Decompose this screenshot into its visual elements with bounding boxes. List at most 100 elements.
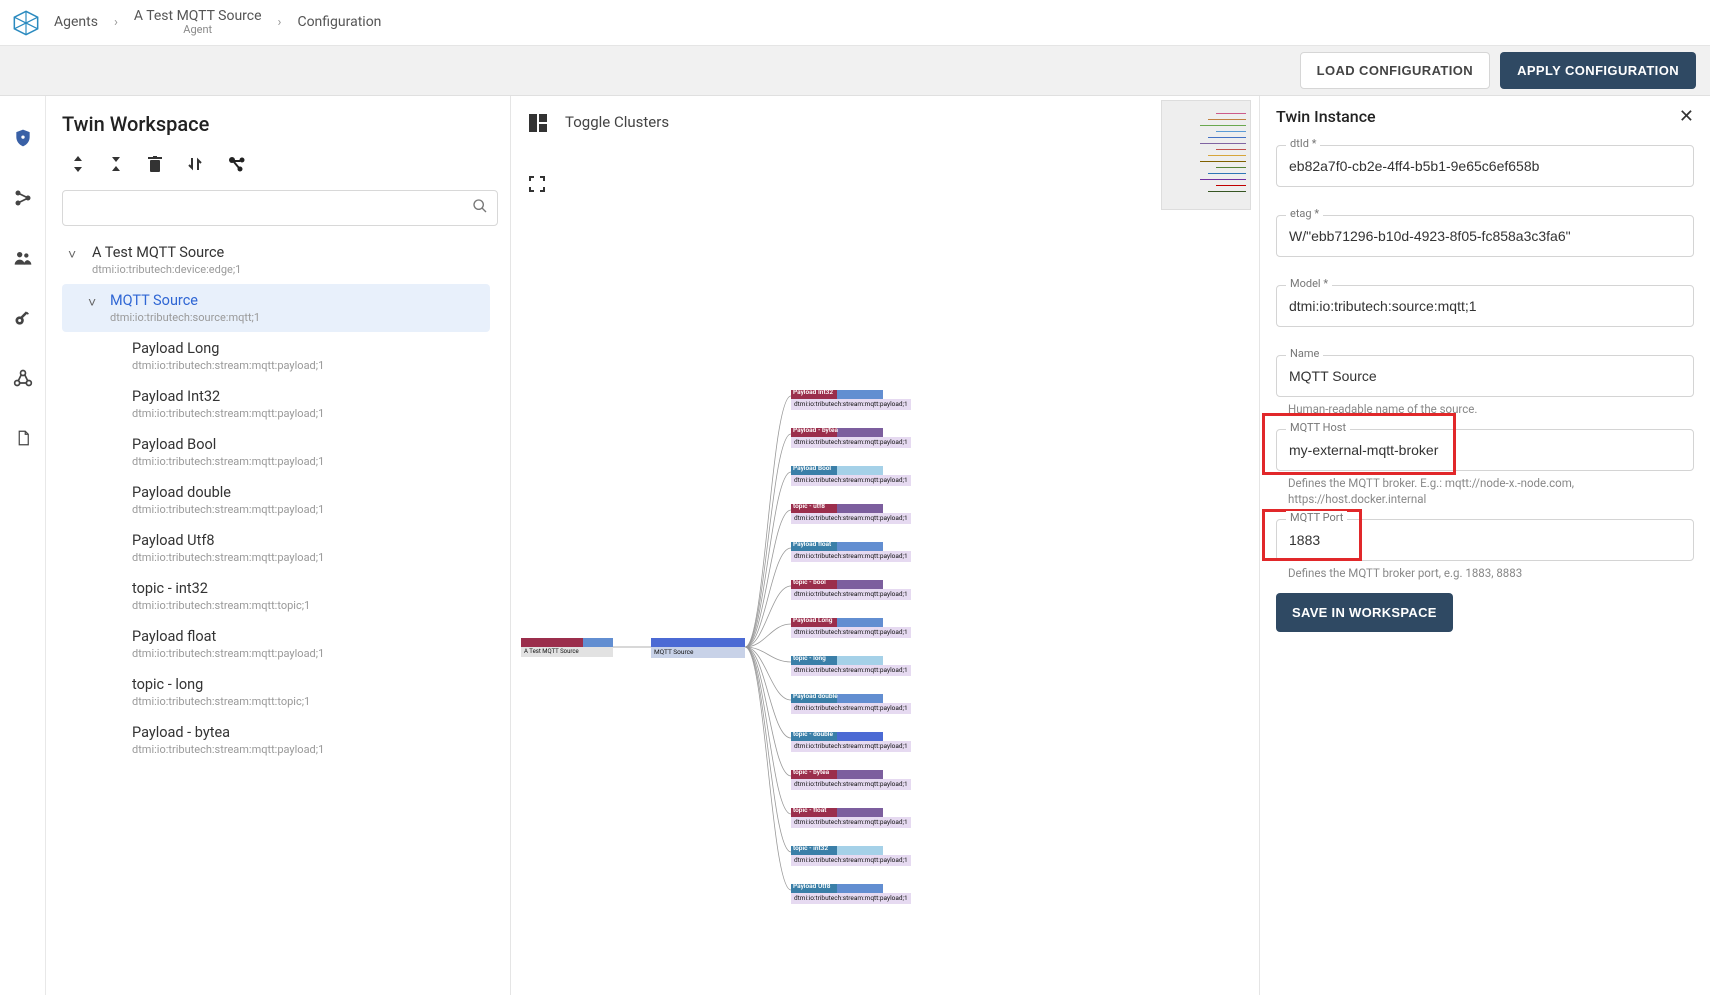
tree-item[interactable]: Payload Utf8 dtmi:io:tributech:stream:mqt… — [62, 524, 490, 572]
tree-item-subtitle: dtmi:io:tributech:stream:mqtt:payload;1 — [132, 551, 480, 564]
instance-title: Twin Instance — [1276, 107, 1376, 126]
graph-node-stream[interactable]: topic - utf8dtmi:io:tributech:stream:mqt… — [791, 504, 911, 524]
canvas-toolbar: Toggle Clusters — [511, 96, 1259, 200]
graph-node-source[interactable]: MQTT Source — [651, 638, 745, 658]
graph-icon[interactable] — [228, 156, 246, 176]
main-area: Twin Workspace ˅ A Test MQTT Source dtmi… — [0, 96, 1710, 995]
workspace-title: Twin Workspace — [62, 112, 498, 136]
tree-item-subtitle: dtmi:io:tributech:stream:mqtt:payload;1 — [132, 743, 480, 756]
tree-item-subtitle: dtmi:io:tributech:stream:mqtt:payload;1 — [132, 647, 480, 660]
shield-icon[interactable] — [13, 128, 33, 148]
field-hint: Defines the MQTT broker port, e.g. 1883,… — [1276, 565, 1694, 581]
graph-canvas-panel: Toggle Clusters A Test MQTT Source MQTT … — [511, 96, 1260, 995]
users-icon[interactable] — [13, 248, 33, 268]
graph-canvas[interactable]: A Test MQTT Source MQTT Source Payload I… — [511, 200, 1259, 995]
share-nodes-icon[interactable] — [13, 188, 33, 208]
action-bar: LOAD CONFIGURATION APPLY CONFIGURATION — [0, 46, 1710, 96]
tree-item-subtitle: dtmi:io:tributech:stream:mqtt:topic;1 — [132, 695, 480, 708]
mqtt-host-input[interactable] — [1276, 429, 1694, 471]
field-hint: Defines the MQTT broker. E.g.: mqtt://no… — [1276, 475, 1694, 507]
webhook-icon[interactable] — [13, 368, 33, 388]
tree-item[interactable]: Payload Longdtmi:io:tributech:stream:mqt… — [62, 332, 490, 380]
field-mqtt-port: MQTT Port Defines the MQTT broker port, … — [1276, 519, 1694, 581]
toggle-clusters-label[interactable]: Toggle Clusters — [565, 113, 669, 131]
collapse-all-icon[interactable] — [110, 156, 122, 176]
tree-item-subtitle: dtmi:io:tributech:device:edge;1 — [92, 263, 480, 276]
sort-icon[interactable] — [188, 156, 202, 176]
twin-instance-panel: Twin Instance ✕ dtId * etag * Model * Na… — [1260, 96, 1710, 995]
clusters-icon[interactable] — [529, 114, 547, 132]
breadcrumb-source-title: A Test MQTT Source — [134, 9, 262, 24]
tree-item-title: Payload Long — [132, 340, 480, 357]
tree-item-title: Payload float — [132, 628, 480, 645]
document-icon[interactable] — [13, 428, 33, 448]
mqtt-port-input[interactable] — [1276, 519, 1694, 561]
graph-node-stream[interactable]: Payload Int32dtmi:io:tributech:stream:mq… — [791, 390, 911, 410]
graph-node-stream[interactable]: topic - doubledtmi:io:tributech:stream:m… — [791, 732, 911, 752]
field-mqtt-host: MQTT Host Defines the MQTT broker. E.g.:… — [1276, 429, 1694, 507]
graph-node-stream[interactable]: topic - longdtmi:io:tributech:stream:mqt… — [791, 656, 911, 676]
tree-item[interactable]: Payload doubledtmi:io:tributech:stream:m… — [62, 476, 490, 524]
graph-node-root[interactable]: A Test MQTT Source — [521, 638, 613, 657]
tree-item-title: Payload Bool — [132, 436, 480, 453]
graph-node-stream[interactable]: Payload Booldtmi:io:tributech:stream:mqt… — [791, 466, 911, 486]
field-label: etag * — [1286, 207, 1323, 220]
field-dtid: dtId * — [1276, 145, 1694, 187]
search-icon[interactable] — [472, 198, 488, 218]
tree-root-item[interactable]: ˅ A Test MQTT Source dtmi:io:tributech:d… — [62, 236, 490, 284]
apply-configuration-button[interactable]: APPLY CONFIGURATION — [1500, 52, 1696, 89]
graph-node-stream[interactable]: topic - booldtmi:io:tributech:stream:mqt… — [791, 580, 911, 600]
breadcrumb-source[interactable]: A Test MQTT Source Agent — [134, 9, 262, 36]
etag-input[interactable] — [1276, 215, 1694, 257]
app-logo[interactable] — [12, 9, 40, 37]
model-input[interactable] — [1276, 285, 1694, 327]
graph-node-stream[interactable]: topic - int32dtmi:io:tributech:stream:mq… — [791, 846, 911, 866]
field-label: Name — [1286, 347, 1323, 360]
field-label: MQTT Host — [1286, 421, 1350, 434]
load-configuration-button[interactable]: LOAD CONFIGURATION — [1300, 52, 1490, 89]
tree-item-title: topic - long — [132, 676, 480, 693]
graph-node-stream[interactable]: Payload Longdtmi:io:tributech:stream:mqt… — [791, 618, 911, 638]
graph-node-stream[interactable]: Payload doubledtmi:io:tributech:stream:m… — [791, 694, 911, 714]
graph-node-stream[interactable]: topic - floatdtmi:io:tributech:stream:mq… — [791, 808, 911, 828]
key-icon[interactable] — [13, 308, 33, 328]
workspace-toolbar — [62, 154, 498, 190]
tree-item-title: MQTT Source — [110, 292, 480, 309]
graph-node-stream[interactable]: Payload floatdtmi:io:tributech:stream:mq… — [791, 542, 911, 562]
close-icon[interactable]: ✕ — [1679, 106, 1694, 127]
tree-item[interactable]: topic - int32dtmi:io:tributech:stream:mq… — [62, 572, 490, 620]
save-in-workspace-button[interactable]: SAVE IN WORKSPACE — [1276, 593, 1453, 632]
name-input[interactable] — [1276, 355, 1694, 397]
tree-item[interactable]: Payload Bool dtmi:io:tributech:stream:mqt… — [62, 428, 490, 476]
field-hint: Human-readable name of the source. — [1276, 401, 1694, 417]
expand-collapse-icon[interactable] — [72, 156, 84, 176]
tree-item-title: Payload Int32 — [132, 388, 480, 405]
field-name: Name Human-readable name of the source. — [1276, 355, 1694, 417]
chevron-down-icon[interactable]: ˅ — [68, 246, 76, 263]
tree-item[interactable]: Payload - byteadtmi:io:tributech:stream:… — [62, 716, 490, 764]
tree-item-subtitle: dtmi:io:tributech:source:mqtt;1 — [110, 311, 480, 324]
chevron-down-icon[interactable]: ˅ — [88, 294, 96, 311]
tree-item[interactable]: Payload Int32 dtmi:io:tributech:stream:mq… — [62, 380, 490, 428]
tree-item-subtitle: dtmi:io:tributech:stream:mqtt:payload;1 — [132, 455, 480, 468]
breadcrumb-configuration[interactable]: Configuration — [297, 15, 381, 30]
tree-item[interactable]: topic - long dtmi:io:tributech:stream:mqt… — [62, 668, 490, 716]
graph-node-stream[interactable]: topic - byteadtmi:io:tributech:stream:mq… — [791, 770, 911, 790]
field-model: Model * — [1276, 285, 1694, 327]
breadcrumb-agents[interactable]: Agents — [54, 15, 98, 30]
tree-item-subtitle: dtmi:io:tributech:stream:mqtt:payload;1 — [132, 407, 480, 420]
graph-node-stream[interactable]: Payload Utf8dtmi:io:tributech:stream:mqt… — [791, 884, 911, 904]
field-label: dtId * — [1286, 137, 1320, 150]
workspace-search — [62, 190, 498, 226]
graph-node-stream[interactable]: Payload - byteadtmi:io:tributech:stream:… — [791, 428, 911, 448]
tree-item[interactable]: Payload float dtmi:io:tributech:stream:mq… — [62, 620, 490, 668]
dtid-input[interactable] — [1276, 145, 1694, 187]
trash-icon[interactable] — [148, 156, 162, 176]
tree-item-title: Payload Utf8 — [132, 532, 480, 549]
fullscreen-icon[interactable] — [529, 176, 547, 194]
tree-item-mqtt-source[interactable]: ˅ MQTT Source dtmi:io:tributech:source:m… — [62, 284, 490, 332]
tree-item-title: topic - int32 — [132, 580, 480, 597]
minimap[interactable] — [1161, 100, 1251, 210]
search-input[interactable] — [62, 190, 498, 226]
field-label: MQTT Port — [1286, 511, 1347, 524]
